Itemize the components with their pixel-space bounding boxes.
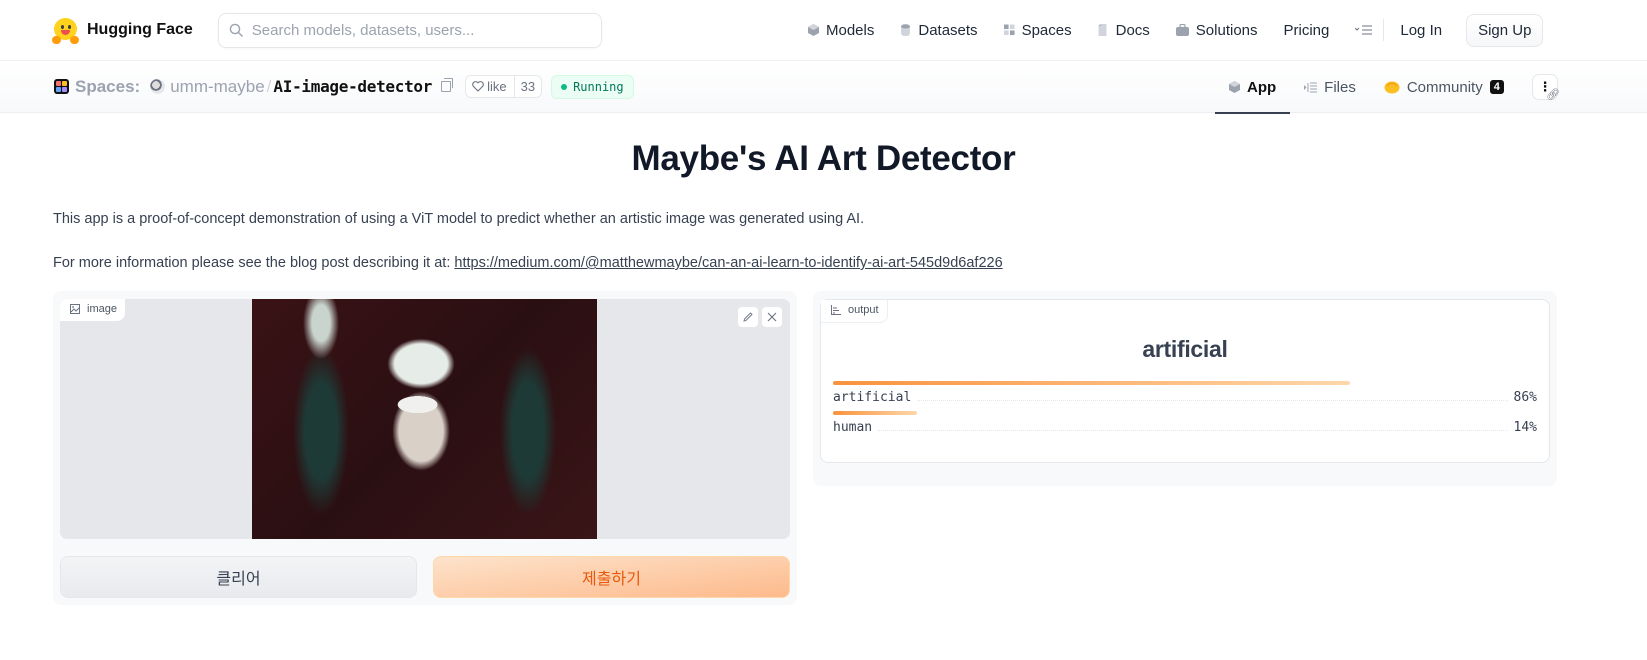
like-widget: like 33 bbox=[465, 75, 543, 98]
confidence-label: human bbox=[833, 420, 873, 435]
clear-button[interactable]: 클리어 bbox=[60, 556, 417, 598]
like-button[interactable]: like bbox=[466, 76, 515, 97]
output-panel: output artificial artificial 86% human 14% bbox=[813, 291, 1557, 486]
confidence-percent: 86% bbox=[1513, 390, 1537, 405]
search-input[interactable] bbox=[251, 21, 572, 39]
tab-community[interactable]: Community 4 bbox=[1370, 61, 1518, 113]
image-input[interactable]: image bbox=[60, 299, 790, 539]
cube-icon bbox=[1229, 81, 1240, 93]
tab-files[interactable]: Files bbox=[1290, 61, 1370, 113]
page-title: Maybe's AI Art Detector bbox=[631, 139, 1016, 178]
submit-button[interactable]: 제출하기 bbox=[433, 556, 790, 598]
nav-datasets-label: Datasets bbox=[918, 21, 978, 39]
confidence-label: artificial bbox=[833, 390, 912, 405]
blog-post-link[interactable]: https://medium.com/@matthewmaybe/can-an-… bbox=[454, 255, 1002, 271]
nav-datasets[interactable]: Datasets bbox=[900, 21, 978, 39]
image-label-text: image bbox=[87, 303, 117, 315]
confidence-list: artificial 86% human 14% bbox=[833, 381, 1537, 435]
edit-image-button[interactable] bbox=[738, 307, 758, 327]
breadcrumb-separator: / bbox=[266, 76, 272, 96]
dotted-leader bbox=[878, 430, 1508, 431]
community-hands-icon bbox=[1384, 81, 1400, 94]
uploaded-image bbox=[252, 299, 597, 539]
nav-pricing-label: Pricing bbox=[1283, 21, 1330, 39]
link-icon[interactable]: 🔗︎ bbox=[1546, 88, 1560, 101]
confidence-bar bbox=[833, 411, 918, 415]
output-label-box: output artificial artificial 86% human 14% bbox=[820, 299, 1550, 463]
confidence-bar bbox=[833, 381, 1351, 385]
like-label: like bbox=[487, 79, 507, 94]
space-header: Spaces: umm-maybe / AI-image-detector li… bbox=[0, 61, 1647, 114]
nav-docs[interactable]: Docs bbox=[1098, 22, 1150, 39]
spaces-logo-icon bbox=[54, 79, 69, 94]
tab-app-label: App bbox=[1247, 78, 1277, 96]
pencil-icon bbox=[743, 312, 753, 322]
search-icon bbox=[229, 23, 243, 37]
tab-community-label: Community bbox=[1406, 78, 1483, 96]
confidence-percent: 14% bbox=[1513, 420, 1537, 435]
app-row: image 클리어 제출하기 output artificial artific… bbox=[53, 291, 1594, 605]
nav-pricing[interactable]: Pricing bbox=[1284, 22, 1330, 39]
tab-files-label: Files bbox=[1324, 78, 1356, 96]
nav-solutions[interactable]: Solutions bbox=[1175, 21, 1258, 39]
doc-icon bbox=[1098, 24, 1107, 36]
top-nav: Hugging Face Models Datasets Spaces Docs… bbox=[0, 0, 1647, 61]
image-actions bbox=[738, 307, 782, 327]
output-label: output bbox=[821, 300, 888, 323]
community-count-badge: 4 bbox=[1489, 80, 1504, 94]
briefcase-icon bbox=[1175, 24, 1189, 36]
input-panel: image 클리어 제출하기 bbox=[53, 291, 797, 605]
nav-links: Models Datasets Spaces Docs Solutions Pr… bbox=[808, 0, 1544, 60]
heart-icon bbox=[472, 81, 484, 92]
nav-models[interactable]: Models bbox=[808, 22, 874, 39]
tab-app[interactable]: App bbox=[1215, 61, 1291, 114]
output-label-text: output bbox=[848, 304, 879, 316]
like-count[interactable]: 33 bbox=[515, 79, 541, 94]
nav-more[interactable] bbox=[1355, 24, 1373, 36]
confidence-row: artificial 86% bbox=[833, 390, 1537, 405]
nav-spaces-label: Spaces bbox=[1021, 21, 1072, 39]
owner-avatar-icon bbox=[150, 79, 166, 94]
cube-icon bbox=[808, 24, 819, 36]
nav-docs-label: Docs bbox=[1115, 21, 1150, 39]
app-description: This app is a proof-of-concept demonstra… bbox=[53, 211, 865, 227]
search-box[interactable] bbox=[217, 12, 602, 48]
nav-spaces[interactable]: Spaces bbox=[1003, 21, 1072, 39]
app-main: Maybe's AI Art Detector This app is a pr… bbox=[0, 139, 1647, 605]
nav-divider bbox=[1383, 19, 1385, 41]
spaces-breadcrumb[interactable]: Spaces: bbox=[75, 77, 140, 97]
more-info-prefix: For more information please see the blog… bbox=[53, 255, 455, 271]
signup-button[interactable]: Sign Up bbox=[1466, 13, 1544, 47]
files-icon bbox=[1304, 82, 1318, 92]
brand-logo[interactable]: Hugging Face bbox=[52, 17, 193, 44]
confidence-item[interactable]: human 14% bbox=[833, 411, 1537, 435]
copy-icon[interactable] bbox=[441, 78, 454, 92]
more-info-text: For more information please see the blog… bbox=[53, 255, 1594, 271]
clear-image-button[interactable] bbox=[762, 307, 782, 327]
repo-name-link[interactable]: AI-image-detector bbox=[273, 77, 432, 96]
close-icon bbox=[767, 312, 777, 322]
hugging-face-emoji-icon bbox=[52, 17, 79, 44]
login-link[interactable]: Log In bbox=[1400, 22, 1442, 39]
status-dot-icon bbox=[561, 83, 568, 90]
nav-models-label: Models bbox=[826, 21, 875, 39]
brand-name: Hugging Face bbox=[87, 21, 193, 38]
confidence-item[interactable]: artificial 86% bbox=[833, 381, 1537, 405]
database-icon bbox=[901, 24, 911, 36]
action-buttons: 클리어 제출하기 bbox=[60, 556, 790, 598]
space-tabs: App Files Community 4 bbox=[1215, 61, 1518, 114]
image-input-label: image bbox=[60, 299, 125, 321]
status-text: Running bbox=[573, 79, 624, 94]
nav-solutions-label: Solutions bbox=[1195, 21, 1258, 39]
predicted-label: artificial bbox=[1142, 336, 1228, 362]
grid-icon bbox=[1003, 24, 1015, 36]
bar-chart-icon bbox=[831, 305, 841, 315]
image-icon bbox=[70, 304, 80, 314]
confidence-row: human 14% bbox=[833, 420, 1537, 435]
status-badge: Running bbox=[551, 74, 634, 99]
dotted-leader bbox=[917, 400, 1508, 401]
menu-icon bbox=[1355, 25, 1373, 35]
owner-link[interactable]: umm-maybe bbox=[170, 77, 264, 97]
